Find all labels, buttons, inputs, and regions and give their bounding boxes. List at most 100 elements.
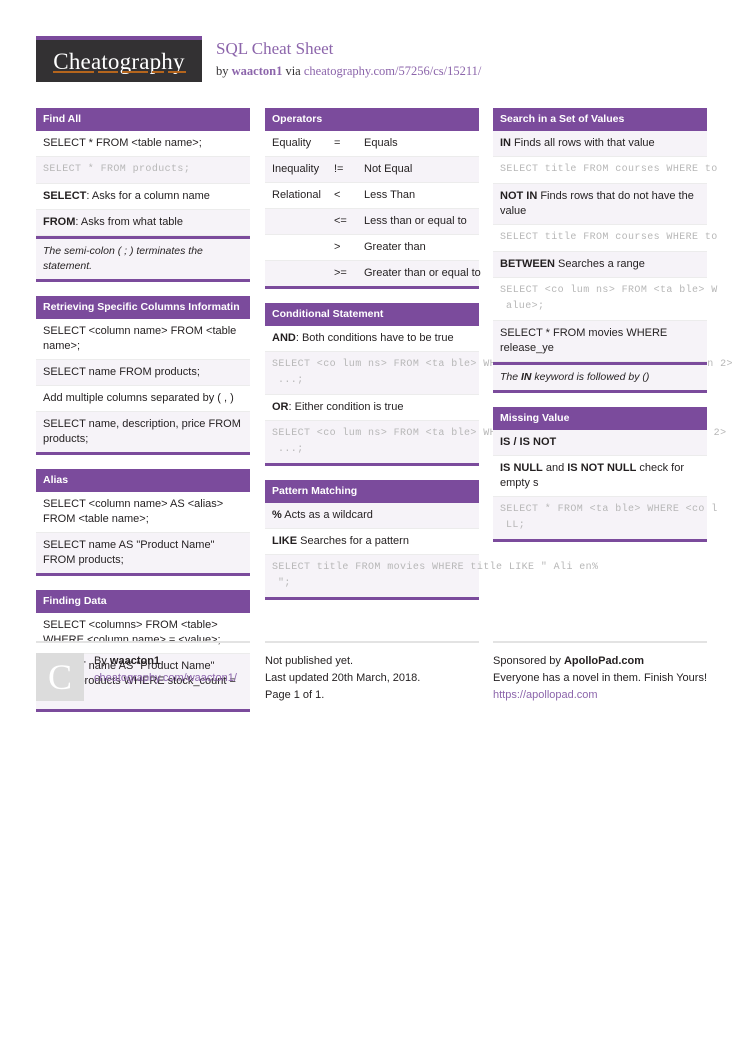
cheat-card: Search in a Set of Values IN Finds all ro… bbox=[493, 108, 718, 393]
last-updated: Last updated 20th March, 2018. bbox=[265, 672, 421, 684]
code-line: ...; bbox=[278, 444, 304, 455]
operator-symbol: >= bbox=[334, 267, 347, 279]
footer-author-name: By waacton1 bbox=[94, 653, 250, 670]
operator-symbol: != bbox=[334, 163, 344, 175]
content-row: IS / IS NOT bbox=[493, 430, 707, 456]
byline-via: via bbox=[282, 64, 304, 78]
byline-prefix: by bbox=[216, 64, 232, 78]
code-line: alue>; bbox=[506, 301, 545, 312]
title-block: SQL Cheat Sheet by waacton1 via cheatogr… bbox=[216, 39, 716, 80]
column-1: Find All SELECT * FROM <table name>; SELEC… bbox=[36, 108, 250, 726]
footer-author-link[interactable]: cheatography.com/waacton1/ bbox=[94, 670, 250, 687]
content-row: SELECT * FROM movies WHERE release_ye bbox=[493, 321, 707, 362]
content-row: % Acts as a wildcard bbox=[265, 503, 479, 529]
column-3: Search in a Set of Values IN Finds all ro… bbox=[493, 108, 718, 556]
logo-underline-stroke bbox=[122, 71, 148, 73]
content-row: BETWEEN Searches a range bbox=[493, 252, 707, 278]
cheatography-logo[interactable]: Cheatography bbox=[36, 36, 202, 82]
sponsor-link[interactable]: https://apollopad.com bbox=[493, 687, 707, 704]
operator-name bbox=[272, 240, 334, 255]
operator-name: Relational bbox=[272, 189, 321, 201]
code-row: SELECT <co lum ns> FROM <ta ble> W alue>; bbox=[493, 278, 718, 321]
operator-row: Relational < Less Than bbox=[265, 183, 479, 209]
note-row: The semi-colon ( ; ) terminates the stat… bbox=[36, 236, 250, 279]
footer-author: waacton1 bbox=[109, 655, 161, 667]
code-line: SELECT <co lum ns> FROM <ta ble> WHERE <… bbox=[272, 359, 733, 370]
content-row: SELECT name FROM products; bbox=[36, 360, 250, 386]
card-title: Pattern Matching bbox=[265, 480, 479, 503]
content-row: SELECT * FROM <table name>; bbox=[36, 131, 250, 157]
operator-name: Equality bbox=[272, 137, 312, 149]
code-row: SELECT title FROM movies WHERE title LIK… bbox=[265, 555, 599, 597]
cheat-card: Conditional Statement AND: Both condition… bbox=[265, 303, 733, 466]
card-title: Search in a Set of Values bbox=[493, 108, 707, 131]
content-row: SELECT name AS "Product Name" FROM produ… bbox=[36, 533, 250, 573]
byline: by waacton1 via cheatography.com/57256/c… bbox=[216, 62, 716, 80]
column-2: Operators Equality = Equals Inequality != Not … bbox=[265, 108, 733, 614]
cheat-card: Alias SELECT <column name> AS <alias> FRO… bbox=[36, 469, 250, 576]
operator-description: Greater than or equal to bbox=[364, 267, 481, 279]
content-row: NOT IN Finds rows that do not have the v… bbox=[493, 184, 707, 225]
code-line: LL; bbox=[506, 520, 526, 531]
card-title: Retrieving Specific Columns Informatin bbox=[36, 296, 250, 319]
content-row: LIKE Searches for a pattern bbox=[265, 529, 479, 555]
avatar: C bbox=[36, 653, 84, 701]
operator-description: Equals bbox=[364, 137, 398, 149]
card-title: Find All bbox=[36, 108, 250, 131]
code-row: SELECT title FROM courses WHERE to bbox=[493, 157, 718, 184]
code-line: SELECT <co lum ns> FROM <ta ble> W bbox=[500, 285, 718, 296]
byline-author[interactable]: waacton1 bbox=[232, 64, 283, 78]
page-header: Cheatography SQL Cheat Sheet by waacton1… bbox=[36, 36, 714, 88]
sponsor-prefix: Sponsored by bbox=[493, 655, 564, 667]
code-row: SELECT <co lum ns> FROM <ta ble> WHERE <… bbox=[265, 421, 727, 463]
footer-sponsor-block: Sponsored by ApolloPad.com Everyone has … bbox=[493, 641, 707, 704]
operator-row: Equality = Equals bbox=[265, 131, 479, 157]
operator-symbol: < bbox=[334, 189, 341, 201]
content-row: AND: Both conditions have to be true bbox=[265, 326, 479, 352]
content-row: IN Finds all rows with that value bbox=[493, 131, 707, 157]
cheat-card: Find All SELECT * FROM <table name>; SELEC… bbox=[36, 108, 250, 282]
code-row: SELECT * FROM products; bbox=[36, 157, 250, 184]
operator-description: Greater than bbox=[364, 241, 426, 253]
content-row: SELECT <column name> AS <alias> FROM <ta… bbox=[36, 492, 250, 533]
code-line: SELECT <co lum ns> FROM <ta ble> WHERE <… bbox=[272, 428, 727, 439]
footer-by-prefix: By bbox=[94, 655, 110, 667]
operator-name bbox=[272, 266, 334, 281]
operator-row: <= Less than or equal to bbox=[265, 209, 479, 235]
code-line: SELECT title FROM courses WHERE to bbox=[500, 232, 718, 243]
code-line: SELECT title FROM courses WHERE to bbox=[500, 164, 718, 175]
operator-description: Not Equal bbox=[364, 163, 413, 175]
sponsor-name[interactable]: ApolloPad.com bbox=[564, 655, 644, 667]
operator-row: >= Greater than or equal to bbox=[265, 261, 481, 286]
logo-underline-stroke bbox=[152, 71, 164, 73]
content-row: FROM: Asks from what table bbox=[36, 210, 250, 236]
operator-symbol: <= bbox=[334, 215, 347, 227]
operator-description: Less Than bbox=[364, 189, 416, 201]
card-title: Missing Value bbox=[493, 407, 707, 430]
logo-underline-stroke bbox=[168, 71, 186, 73]
card-title: Operators bbox=[265, 108, 479, 131]
card-title: Conditional Statement bbox=[265, 303, 479, 326]
code-row: SELECT <co lum ns> FROM <ta ble> WHERE <… bbox=[265, 352, 733, 395]
code-line: SELECT * FROM <ta ble> WHERE <co l bbox=[500, 504, 718, 515]
cheat-card: Retrieving Specific Columns Informatin SE… bbox=[36, 296, 250, 455]
logo-underline-stroke bbox=[98, 71, 118, 73]
content-row: SELECT <column name> FROM <table name>; bbox=[36, 319, 250, 360]
cheat-card: Pattern Matching% Acts as a wildcard LIKE… bbox=[265, 480, 599, 600]
footer-meta-block: Not published yet. Last updated 20th Mar… bbox=[265, 641, 479, 704]
code-row: SELECT * FROM <ta ble> WHERE <co l LL; bbox=[493, 497, 718, 539]
code-row: SELECT title FROM courses WHERE to bbox=[493, 225, 718, 252]
logo-underline-stroke bbox=[53, 71, 94, 73]
code-line: SELECT title FROM movies WHERE title LIK… bbox=[272, 562, 599, 573]
page-number: Page 1 of 1. bbox=[265, 689, 325, 701]
content-row: IS NULL and IS NOT NULL check for empty … bbox=[493, 456, 707, 497]
code-line: "; bbox=[278, 578, 291, 589]
operator-name: Inequality bbox=[272, 163, 320, 175]
operator-row: > Greater than bbox=[265, 235, 479, 261]
operator-row: Inequality != Not Equal bbox=[265, 157, 479, 183]
content-row: SELECT name, description, price FROM pro… bbox=[36, 412, 250, 452]
card-title: Finding Data bbox=[36, 590, 250, 613]
cheat-sheet-columns: Find All SELECT * FROM <table name>; SELEC… bbox=[36, 108, 733, 712]
byline-source-link[interactable]: cheatography.com/57256/cs/15211/ bbox=[304, 64, 482, 78]
sponsor-line: Sponsored by ApolloPad.com bbox=[493, 653, 707, 670]
